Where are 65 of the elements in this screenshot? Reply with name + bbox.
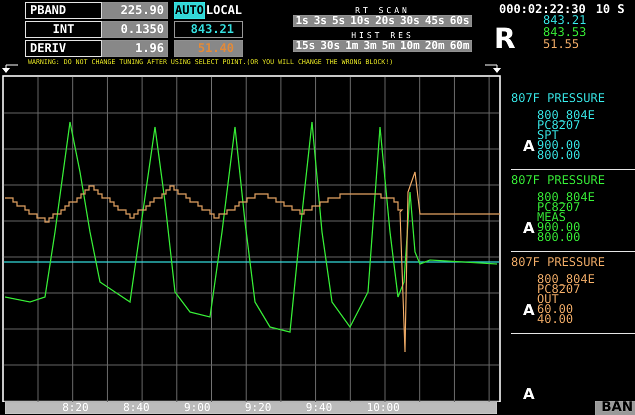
time-axis-label: 8:20: [62, 402, 89, 414]
panel-title: 807F PRESSURE: [511, 172, 606, 186]
current-value: 51.55: [543, 38, 580, 50]
current-value: 843.21: [543, 14, 588, 26]
panel-text: 40.00: [537, 314, 574, 324]
time-axis-label: 9:00: [184, 402, 210, 414]
panel-text: PC8207: [537, 202, 580, 212]
panel-text: 800_804E: [537, 110, 595, 120]
panel-title: 807F PRESSURE: [511, 254, 606, 268]
panel-text: 900.00: [537, 140, 582, 150]
panel-text: 800_804E: [537, 192, 595, 202]
panel-text: 800.00: [537, 150, 582, 160]
clock-time: 000:02:22:30: [499, 2, 586, 16]
panel-text: 800.00: [537, 232, 582, 242]
history-resolution-option[interactable]: 20m: [422, 40, 447, 52]
tuning-value-field[interactable]: 225.90: [102, 2, 168, 19]
tuning-value-field[interactable]: 0.1350: [102, 21, 168, 38]
readout-value: 843.21: [190, 22, 234, 36]
panel-title: 807F PRESSURE: [511, 90, 606, 104]
band-button[interactable]: BAN: [595, 401, 635, 415]
mode-option[interactable]: LOCAL: [204, 2, 244, 19]
history-resolution-option[interactable]: 15s: [293, 40, 318, 52]
mode-marker: A: [523, 138, 534, 154]
mode-marker: A: [523, 386, 534, 402]
mode-option[interactable]: AUTO: [174, 2, 205, 19]
history-resolution-option[interactable]: 10m: [398, 40, 422, 52]
interval-text: 10 S: [596, 2, 625, 16]
scan-rate-option[interactable]: 3s: [312, 15, 329, 27]
scan-rate-option[interactable]: 60s: [448, 15, 472, 27]
panel-text: PC8207: [537, 120, 580, 130]
panel-text: 900.00: [537, 222, 582, 232]
history-resolution-option[interactable]: 3m: [361, 40, 379, 52]
panel-text: 60.00: [537, 304, 574, 314]
time-axis-label: 8:40: [123, 402, 150, 414]
panel-text: 800_804E: [537, 274, 595, 284]
mode-marker: A: [523, 220, 534, 236]
history-resolution-option[interactable]: 60m: [448, 40, 472, 52]
tuning-label: INT: [25, 21, 102, 38]
tuning-value-field[interactable]: 1.96: [102, 40, 168, 57]
scan-rate-option[interactable]: 45s: [422, 15, 447, 27]
history-resolution-option[interactable]: 30s: [318, 40, 342, 52]
history-resolution-option[interactable]: 5m: [380, 40, 397, 52]
current-value: 843.53: [543, 26, 588, 38]
panel-text: SPT: [537, 130, 559, 140]
time-axis-label: 10:00: [366, 402, 400, 414]
scan-rate-option[interactable]: 30s: [398, 15, 422, 27]
range-marker-icon[interactable]: [2, 64, 18, 73]
range-marker-icon[interactable]: [484, 64, 501, 73]
mode-marker: A: [523, 302, 534, 318]
scan-heading: RT SCAN: [355, 6, 410, 15]
scan-rate-option[interactable]: 20s: [373, 15, 397, 27]
tuning-label: DERIV: [25, 40, 102, 57]
panel-text: OUT: [537, 294, 559, 304]
panel-text: MEAS: [537, 212, 566, 222]
status-letter: R: [494, 22, 516, 55]
panel-text: PC8207: [537, 284, 580, 294]
history-resolution-option[interactable]: 1m: [343, 40, 360, 52]
time-axis-label: 9:40: [306, 402, 332, 414]
time-axis-label: 9:20: [244, 402, 272, 414]
scan-rate-option[interactable]: 10s: [348, 15, 372, 27]
tuning-label: PBAND: [25, 2, 102, 19]
scan-rate-option[interactable]: 5s: [330, 15, 348, 27]
scan-rate-option[interactable]: 1s: [293, 15, 311, 27]
readout-value: 51.40: [198, 41, 234, 55]
scan-heading: HIST RES: [351, 31, 414, 40]
